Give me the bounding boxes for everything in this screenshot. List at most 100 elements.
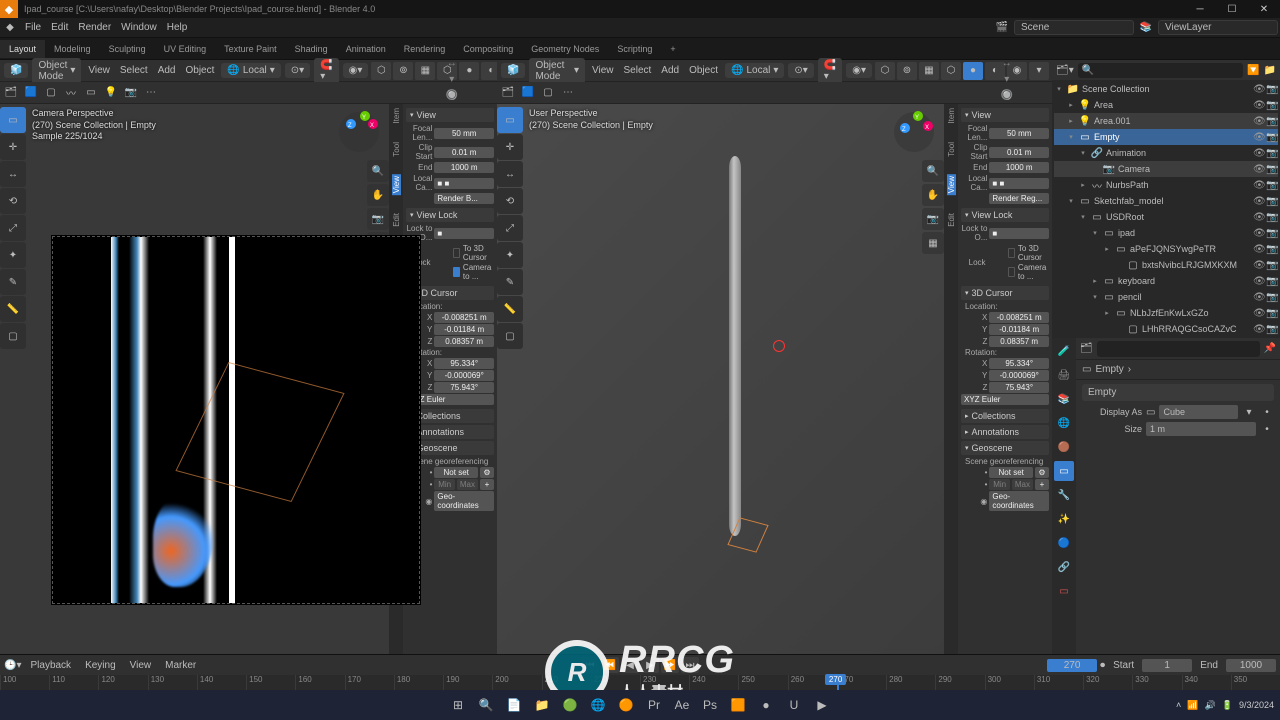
ntab-item[interactable]: Item [392, 108, 401, 124]
wstab-modeling[interactable]: Modeling [45, 40, 100, 58]
clip-start-field[interactable]: 0.01 m [434, 147, 494, 158]
menu-object-r[interactable]: Object [685, 63, 722, 78]
orientation-selector-r[interactable]: 🌐 Local ▾ [725, 63, 784, 78]
ntab-edit[interactable]: Edit [392, 213, 401, 227]
timeline-type-icon[interactable]: 🕒▾ [4, 660, 21, 671]
taskbar-item[interactable]: ▶ [811, 694, 833, 716]
render-region-btn[interactable]: Render B... [434, 193, 494, 204]
tool-addcube[interactable]: ▢ [0, 323, 26, 349]
system-tray[interactable]: ˄ 📶 🔊 🔋 9/3/2024 [1176, 700, 1274, 711]
np-collections-r[interactable]: Collections [961, 409, 1049, 423]
ntab-item-r[interactable]: Item [947, 108, 956, 124]
outliner-search[interactable]: 🔍 [1078, 63, 1243, 78]
tl-marker[interactable]: Marker [161, 658, 200, 673]
local-camera-field-r[interactable]: ■ ■ [989, 178, 1049, 189]
ntab-edit-r[interactable]: Edit [947, 213, 956, 227]
viewport-right-body[interactable]: ▭ ✛ ↔ ⟲ ⤢ ✦ ✎ 📏 ▢ User Perspective (270)… [497, 104, 1052, 654]
end-frame-field[interactable]: 1000 [1226, 659, 1276, 672]
snap-selector[interactable]: 🧲▾ [314, 58, 338, 84]
lock-to-object-field[interactable]: ■ [434, 228, 494, 239]
outliner-row[interactable]: ▸💡Area👁📷 [1054, 97, 1278, 113]
props-type-icon[interactable]: 🗂 [1080, 343, 1093, 354]
tray-chevron-icon[interactable]: ˄ [1176, 700, 1181, 710]
gizmo-drop-icon[interactable]: ▾ [443, 71, 461, 87]
section-empty[interactable]: Empty [1082, 384, 1274, 401]
autokeying-icon[interactable]: ⏺ [1100, 660, 1105, 671]
np-viewlock-header-r[interactable]: View Lock [961, 208, 1049, 222]
taskbar-item[interactable]: Ae [671, 694, 693, 716]
geo-gear-icon-r[interactable]: ⚙ [1035, 467, 1049, 478]
proportional-selector[interactable]: ◉▾ [343, 63, 369, 78]
wstab-animation[interactable]: Animation [337, 40, 395, 58]
filter-mesh-icon-r[interactable]: ▢ [539, 85, 557, 101]
size-field[interactable]: 1 m [1146, 422, 1256, 436]
filter-curve-icon[interactable]: 〰 [62, 85, 80, 101]
outliner-row[interactable]: ▸〰NurbsPath👁📷 [1054, 177, 1278, 193]
cursor-x[interactable]: -0.008251 m [434, 312, 494, 323]
tool-measure[interactable]: 📏 [0, 296, 26, 322]
geo-plus-icon[interactable]: + [480, 479, 494, 490]
play-fwd-icon[interactable]: ▶ [641, 657, 659, 673]
props-pin-icon[interactable]: 📌 [1264, 343, 1276, 354]
select-visible-icon-r[interactable]: 🗂 [499, 85, 517, 101]
gizmo-icon[interactable]: ↔ [443, 55, 461, 71]
outliner-row[interactable]: 📷Camera👁📷 [1054, 161, 1278, 177]
tl-playback[interactable]: Playback [26, 658, 75, 673]
filter-all-icon-r[interactable]: 🟦 [519, 85, 537, 101]
cursor-rz-r[interactable]: 75.943° [989, 382, 1049, 393]
tool-scale-r[interactable]: ⤢ [497, 215, 523, 241]
lock-camera-checkbox-r[interactable] [1008, 267, 1015, 277]
menu-add-r[interactable]: Add [657, 63, 683, 78]
outliner-new-collection-icon[interactable]: 📁 [1264, 65, 1276, 76]
taskbar-item[interactable]: 🟢 [559, 694, 581, 716]
tool-cursor-r[interactable]: ✛ [497, 134, 523, 160]
tool-select[interactable]: ▭ [0, 107, 26, 133]
cursor-mode-r[interactable]: XYZ Euler [961, 394, 1049, 405]
cursor-rx-r[interactable]: 95.334° [989, 358, 1049, 369]
lock-camera-checkbox[interactable] [453, 267, 460, 277]
taskbar-item[interactable]: 📁 [531, 694, 553, 716]
ntab-tool-r[interactable]: Tool [947, 142, 956, 157]
ntab-view-r[interactable]: View [947, 174, 956, 195]
jump-start-icon[interactable]: ⏮ [581, 657, 599, 673]
xray-toggle-r[interactable]: ▦ [919, 62, 939, 80]
np-3dcursor-header-r[interactable]: 3D Cursor [961, 286, 1049, 300]
tool-move[interactable]: ↔ [0, 161, 26, 187]
outliner-row[interactable]: ▸💡Area.001👁📷 [1054, 113, 1278, 129]
ptab-viewlayer[interactable]: 📚 [1054, 389, 1074, 409]
geo-plus-icon-r[interactable]: + [1035, 479, 1049, 490]
tool-annotate[interactable]: ✎ [0, 269, 26, 295]
ntab-tool[interactable]: Tool [392, 142, 401, 157]
outliner-row[interactable]: ▾▭Sketchfab_model👁📷 [1054, 193, 1278, 209]
clip-end-field-r[interactable]: 1000 m [989, 162, 1049, 173]
gizmo-toggle-r[interactable]: ⬡ [875, 62, 895, 80]
menu-file[interactable]: File [21, 20, 45, 35]
tool-annotate-r[interactable]: ✎ [497, 269, 523, 295]
outliner-type-icon[interactable]: 🗂▾ [1056, 65, 1074, 76]
outliner-row[interactable]: ▾▭USDRoot👁📷 [1054, 209, 1278, 225]
ptab-particles[interactable]: ✨ [1054, 509, 1074, 529]
select-visible-icon[interactable]: 🗂 [2, 85, 20, 101]
tool-transform-r[interactable]: ✦ [497, 242, 523, 268]
cursor-rz[interactable]: 75.943° [434, 382, 494, 393]
pivot-selector-r[interactable]: ⊙▾ [788, 63, 813, 78]
ptab-world[interactable]: 🟤 [1054, 437, 1074, 457]
filter-camera-icon[interactable]: 📷 [122, 85, 140, 101]
current-frame-field[interactable]: 270 [1047, 659, 1097, 672]
nav-gizmo-left[interactable]: X Y Z [335, 108, 383, 156]
camera-icon-r[interactable]: 📷 [922, 208, 944, 230]
outliner-row[interactable]: ▾▭ipad👁📷 [1054, 225, 1278, 241]
outliner-row[interactable]: ▾▭pencil👁📷 [1054, 289, 1278, 305]
props-search[interactable] [1097, 341, 1260, 357]
menu-add[interactable]: Add [154, 63, 180, 78]
cursor-y-r[interactable]: -0.01184 m [989, 324, 1049, 335]
geo-notset[interactable]: Not set [434, 467, 478, 478]
tray-volume-icon[interactable]: 🔊 [1205, 700, 1216, 711]
menu-view[interactable]: View [84, 63, 114, 78]
outliner-row[interactable]: ▾🔗Animation👁📷 [1054, 145, 1278, 161]
outliner-row[interactable]: ▸▭aPeFJQNSYwgPeTR👁📷 [1054, 241, 1278, 257]
pan-icon[interactable]: ✋ [367, 184, 389, 206]
outliner-row[interactable]: ▸▭keyboard👁📷 [1054, 273, 1278, 289]
xray-toggle[interactable]: ▦ [415, 62, 435, 80]
outliner-row[interactable]: ▾📁Scene Collection👁📷 [1054, 81, 1278, 97]
